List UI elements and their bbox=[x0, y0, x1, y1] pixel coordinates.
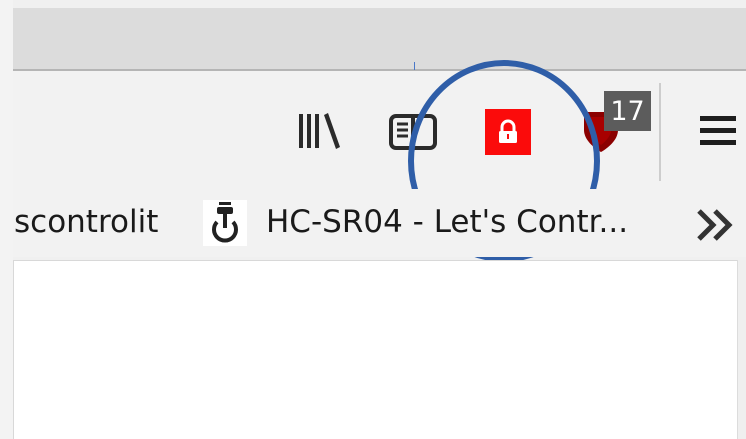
lock-icon-background bbox=[485, 109, 531, 155]
library-button[interactable] bbox=[294, 110, 344, 154]
extension-badge-count: 17 bbox=[604, 91, 651, 131]
left-gutter bbox=[0, 0, 13, 439]
toolbar-separator bbox=[659, 83, 661, 181]
library-icon bbox=[299, 113, 340, 149]
menu-button[interactable] bbox=[690, 108, 746, 154]
page-content-area bbox=[13, 260, 738, 439]
bookmark-item-hc-sr04[interactable]: HC-SR04 - Let's Contr... bbox=[266, 207, 628, 238]
tab-drop-indicator bbox=[414, 62, 415, 70]
power-favicon-icon bbox=[203, 200, 247, 246]
bookmark-item-scontrolit[interactable]: scontrolit bbox=[14, 207, 158, 238]
lock-extension-button[interactable] bbox=[484, 109, 532, 155]
browser-window: 17 scontrolit HC-SR04 - Let's Contr... bbox=[0, 0, 746, 439]
lock-icon bbox=[499, 119, 517, 143]
reader-view-icon bbox=[389, 114, 437, 150]
hamburger-menu-icon bbox=[700, 116, 736, 145]
tab-strip bbox=[13, 8, 746, 69]
reader-view-button[interactable] bbox=[388, 110, 438, 154]
window-right-edge bbox=[737, 260, 746, 439]
bookmarks-overflow-button[interactable] bbox=[695, 205, 737, 245]
double-chevron-right-icon bbox=[697, 209, 733, 241]
